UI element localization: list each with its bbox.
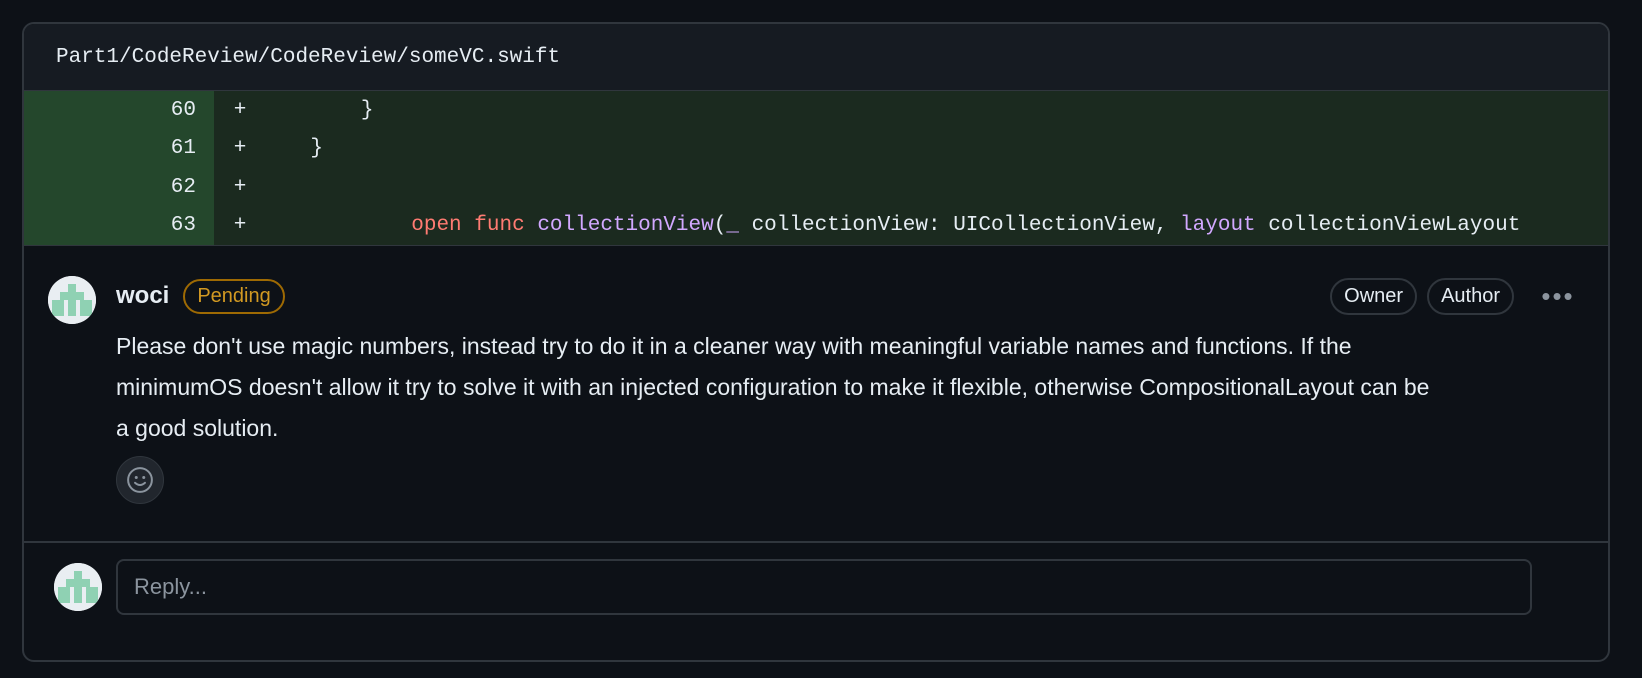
file-path-header[interactable]: Part1/CodeReview/CodeReview/someVC.swift [24,24,1608,91]
review-thread-card: Part1/CodeReview/CodeReview/someVC.swift… [22,22,1610,662]
pending-badge: Pending [183,278,285,314]
diff-added-sign: + [233,214,247,238]
smiley-icon [127,467,153,493]
author-badge: Author [1427,277,1514,315]
add-reaction-button[interactable] [116,456,164,504]
author-name[interactable]: woci [116,282,169,310]
diff-line: 63 + open func collectionView(_ collecti… [24,206,1608,245]
identicon-avatar-icon [48,276,96,324]
code-token: collectionViewLayout [1255,214,1521,238]
code-param-label: layout [1180,214,1256,238]
author-avatar[interactable] [48,276,96,324]
line-number[interactable]: 63 [24,206,214,245]
diff-line: 61 + } [24,129,1608,168]
role-badges: Owner Author ••• [1330,277,1578,315]
owner-badge: Owner [1330,277,1418,315]
line-number[interactable]: 60 [24,91,214,130]
file-path[interactable]: Part1/CodeReview/CodeReview/someVC.swift [56,46,560,69]
reply-input[interactable] [116,559,1532,615]
identicon-avatar-icon [54,563,102,611]
diff-added-sign: + [233,98,247,122]
code-param-label: _ [726,214,739,238]
comment-body: Please don't use magic numbers, instead … [116,333,1430,441]
current-user-avatar [54,563,102,611]
line-number[interactable]: 61 [24,129,214,168]
diff-added-sign: + [233,175,247,199]
code-token: ( [713,214,727,238]
diff-added-sign: + [233,137,247,161]
diff-code: } [260,98,374,122]
line-number[interactable]: 62 [24,168,214,207]
kebab-icon[interactable]: ••• [1538,281,1578,312]
code-keyword: open [411,214,462,238]
diff-hunk: 60 + } 61 + } 62 + 63 + open func collec… [24,91,1608,245]
reply-row [24,543,1608,643]
comment-header: woci Pending Owner Author ••• [116,276,1578,316]
review-comment: woci Pending Owner Author ••• Please don… [24,245,1608,543]
diff-code: } [260,137,324,161]
diff-line: 60 + } [24,91,1608,130]
code-token: collectionView: UICollectionView, [738,214,1181,238]
code-function-name: collectionView [537,214,714,238]
code-keyword: func [474,214,525,238]
